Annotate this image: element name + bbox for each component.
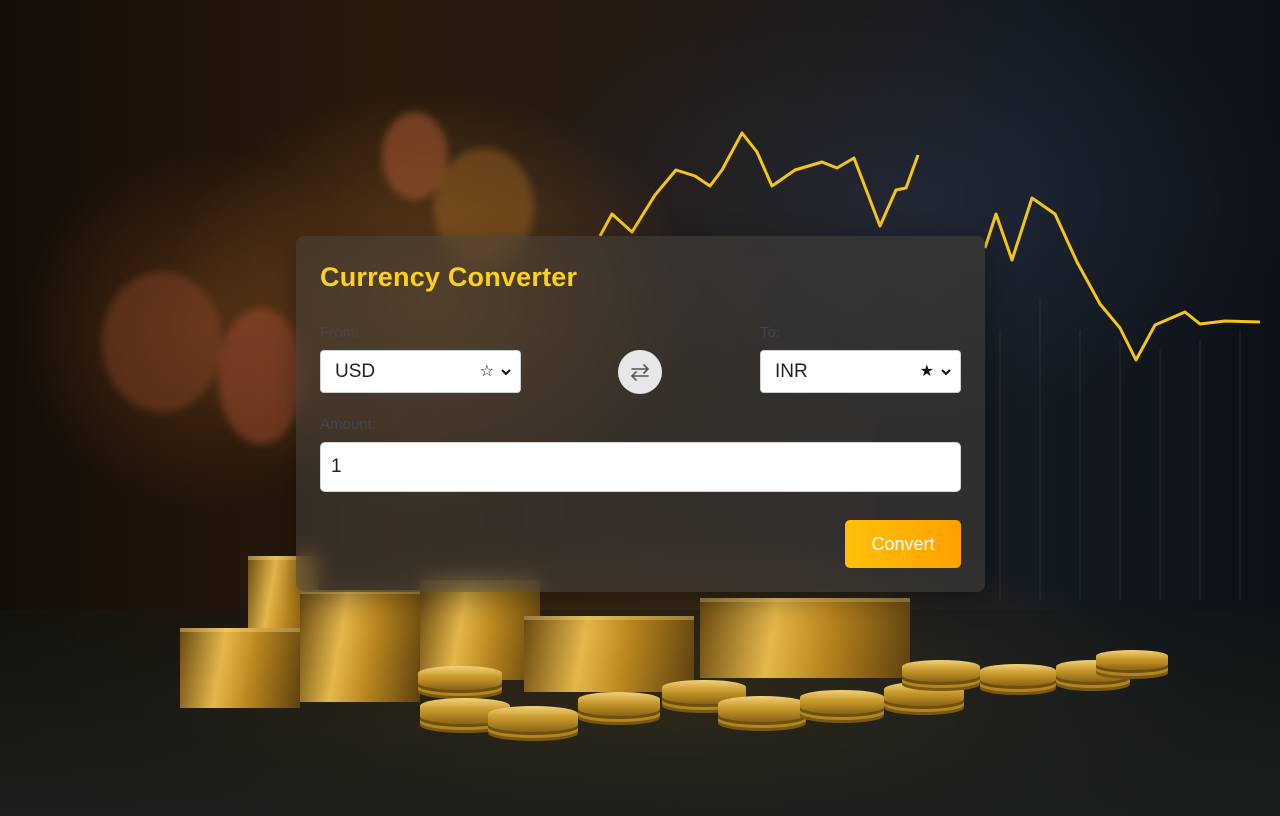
swap-currencies-button[interactable] bbox=[618, 350, 662, 394]
gold-coin-stack bbox=[800, 690, 884, 714]
to-currency-select[interactable]: INR ★ bbox=[760, 350, 961, 393]
gold-bar bbox=[180, 628, 300, 708]
gold-coin-stack bbox=[902, 660, 980, 682]
swap-arrows-icon bbox=[629, 361, 651, 383]
favorite-star-outline-icon[interactable]: ☆ bbox=[480, 363, 494, 380]
gold-bar bbox=[524, 616, 694, 692]
gold-coin-stack bbox=[418, 666, 502, 690]
from-currency-value: USD bbox=[335, 360, 376, 382]
gold-coin-stack bbox=[1096, 650, 1168, 670]
gold-bar bbox=[420, 580, 540, 680]
gold-coin-stack bbox=[884, 682, 964, 706]
gold-coin-stack bbox=[718, 696, 806, 722]
chevron-down-icon bbox=[500, 366, 512, 378]
gold-coin-stack bbox=[980, 664, 1056, 686]
page-title: Currency Converter bbox=[320, 262, 578, 292]
gold-bar bbox=[700, 598, 910, 678]
convert-button[interactable]: Convert bbox=[845, 520, 961, 568]
gold-coin-stack bbox=[488, 706, 578, 732]
to-currency-value: INR bbox=[775, 360, 808, 382]
amount-input[interactable] bbox=[320, 442, 961, 492]
chevron-down-icon bbox=[940, 366, 952, 378]
to-label: To: bbox=[760, 324, 781, 341]
from-currency-select[interactable]: USD ☆ bbox=[320, 350, 521, 393]
converter-card: Currency Converter From: To: USD ☆ INR ★ bbox=[296, 236, 985, 592]
gold-coin-stack bbox=[578, 692, 660, 716]
amount-label: Amount: bbox=[320, 416, 376, 433]
from-label: From: bbox=[320, 324, 360, 341]
favorite-star-filled-icon[interactable]: ★ bbox=[920, 363, 934, 380]
gold-bar bbox=[300, 590, 420, 702]
